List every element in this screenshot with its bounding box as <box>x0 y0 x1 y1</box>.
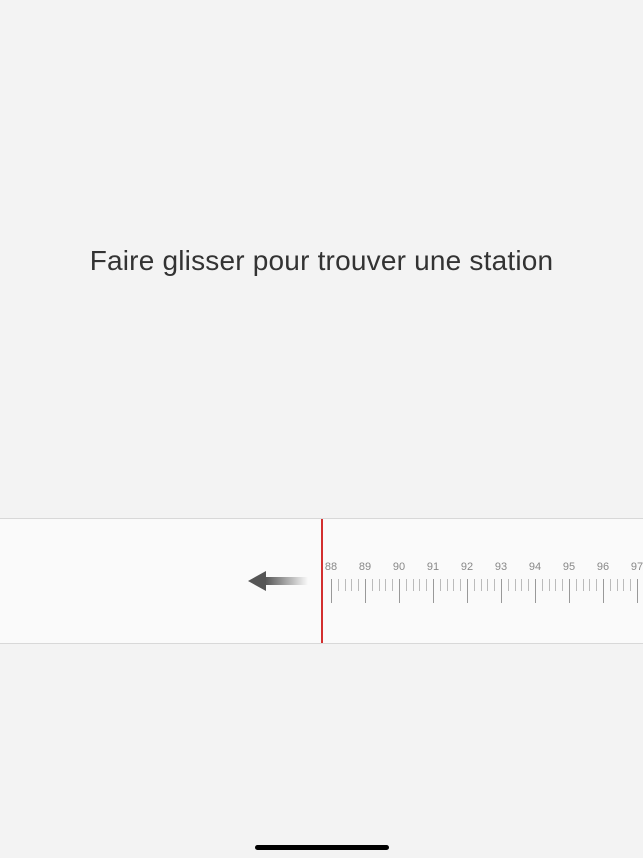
minor-tick <box>555 579 556 591</box>
minor-tick <box>630 579 631 591</box>
major-tick <box>365 579 366 603</box>
minor-tick <box>345 579 346 591</box>
frequency-label: 91 <box>427 561 439 573</box>
minor-tick <box>617 579 618 591</box>
arrow-left-icon <box>248 569 308 593</box>
major-tick <box>331 579 332 603</box>
minor-tick <box>481 579 482 591</box>
minor-tick <box>447 579 448 591</box>
minor-tick <box>596 579 597 591</box>
minor-tick <box>549 579 550 591</box>
minor-tick <box>338 579 339 591</box>
minor-tick <box>379 579 380 591</box>
minor-tick <box>583 579 584 591</box>
major-tick <box>535 579 536 603</box>
frequency-label: 92 <box>461 561 473 573</box>
frequency-scale[interactable]: 88 89 90 91 92 93 94 95 96 97 <box>321 519 643 643</box>
minor-tick <box>610 579 611 591</box>
minor-tick <box>358 579 359 591</box>
minor-tick <box>440 579 441 591</box>
minor-tick <box>413 579 414 591</box>
minor-tick <box>562 579 563 591</box>
minor-tick <box>589 579 590 591</box>
major-tick <box>433 579 434 603</box>
minor-tick <box>542 579 543 591</box>
minor-tick <box>515 579 516 591</box>
frequency-label: 90 <box>393 561 405 573</box>
frequency-ticks <box>321 579 643 609</box>
minor-tick <box>372 579 373 591</box>
minor-tick <box>426 579 427 591</box>
minor-tick <box>351 579 352 591</box>
minor-tick <box>406 579 407 591</box>
frequency-label: 94 <box>529 561 541 573</box>
minor-tick <box>385 579 386 591</box>
frequency-tuner[interactable]: 88 89 90 91 92 93 94 95 96 97 <box>0 518 643 644</box>
minor-tick <box>487 579 488 591</box>
minor-tick <box>521 579 522 591</box>
minor-tick <box>508 579 509 591</box>
home-indicator <box>255 845 389 850</box>
frequency-label: 97 <box>631 561 643 573</box>
minor-tick <box>474 579 475 591</box>
minor-tick <box>453 579 454 591</box>
tuning-indicator <box>321 519 323 643</box>
major-tick <box>637 579 638 603</box>
frequency-label: 88 <box>325 561 337 573</box>
minor-tick <box>419 579 420 591</box>
minor-tick <box>392 579 393 591</box>
minor-tick <box>528 579 529 591</box>
minor-tick <box>494 579 495 591</box>
minor-tick <box>576 579 577 591</box>
major-tick <box>603 579 604 603</box>
frequency-label: 96 <box>597 561 609 573</box>
major-tick <box>569 579 570 603</box>
major-tick <box>467 579 468 603</box>
minor-tick <box>460 579 461 591</box>
frequency-label: 89 <box>359 561 371 573</box>
minor-tick <box>623 579 624 591</box>
instruction-text: Faire glisser pour trouver une station <box>0 245 643 277</box>
major-tick <box>501 579 502 603</box>
frequency-label: 95 <box>563 561 575 573</box>
major-tick <box>399 579 400 603</box>
frequency-label: 93 <box>495 561 507 573</box>
